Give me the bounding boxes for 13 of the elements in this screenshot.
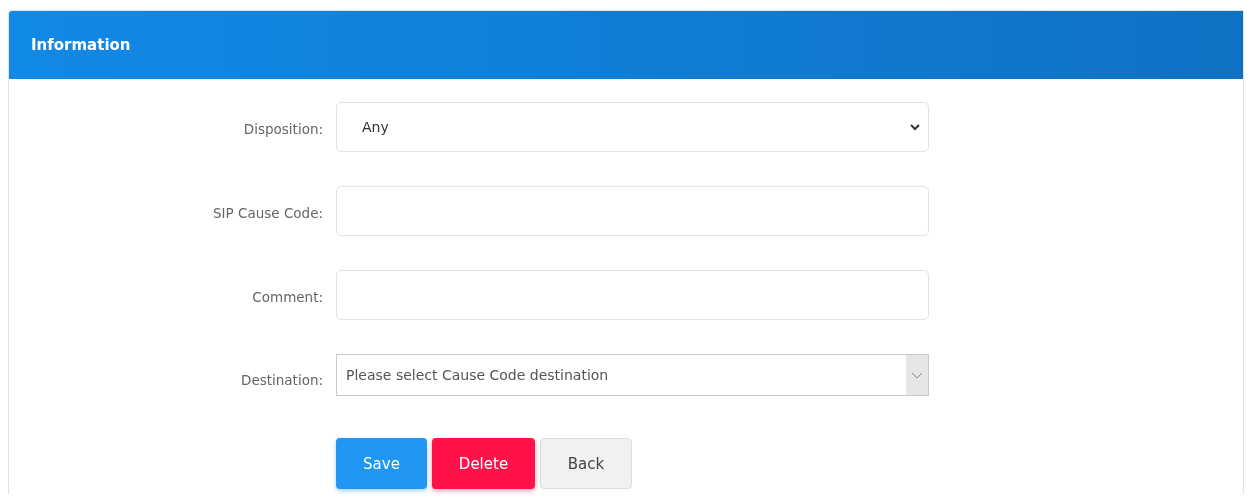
delete-button[interactable]: Delete — [432, 438, 535, 489]
back-button[interactable]: Back — [540, 438, 632, 489]
select-field[interactable]: Please select Cause Code destination — [336, 354, 929, 396]
field-label: SIP Cause Code: — [212, 205, 324, 221]
field-label: Disposition: — [242, 121, 324, 137]
chevron-down-icon — [910, 123, 920, 131]
select-field[interactable]: Any — [336, 102, 929, 152]
panel-title: Information — [31, 36, 131, 54]
input-field[interactable] — [336, 186, 929, 236]
input-field[interactable] — [336, 270, 929, 320]
field-label: Destination: — [240, 372, 324, 388]
field-label: Comment: — [251, 289, 324, 305]
chevron-down-icon — [911, 371, 923, 379]
